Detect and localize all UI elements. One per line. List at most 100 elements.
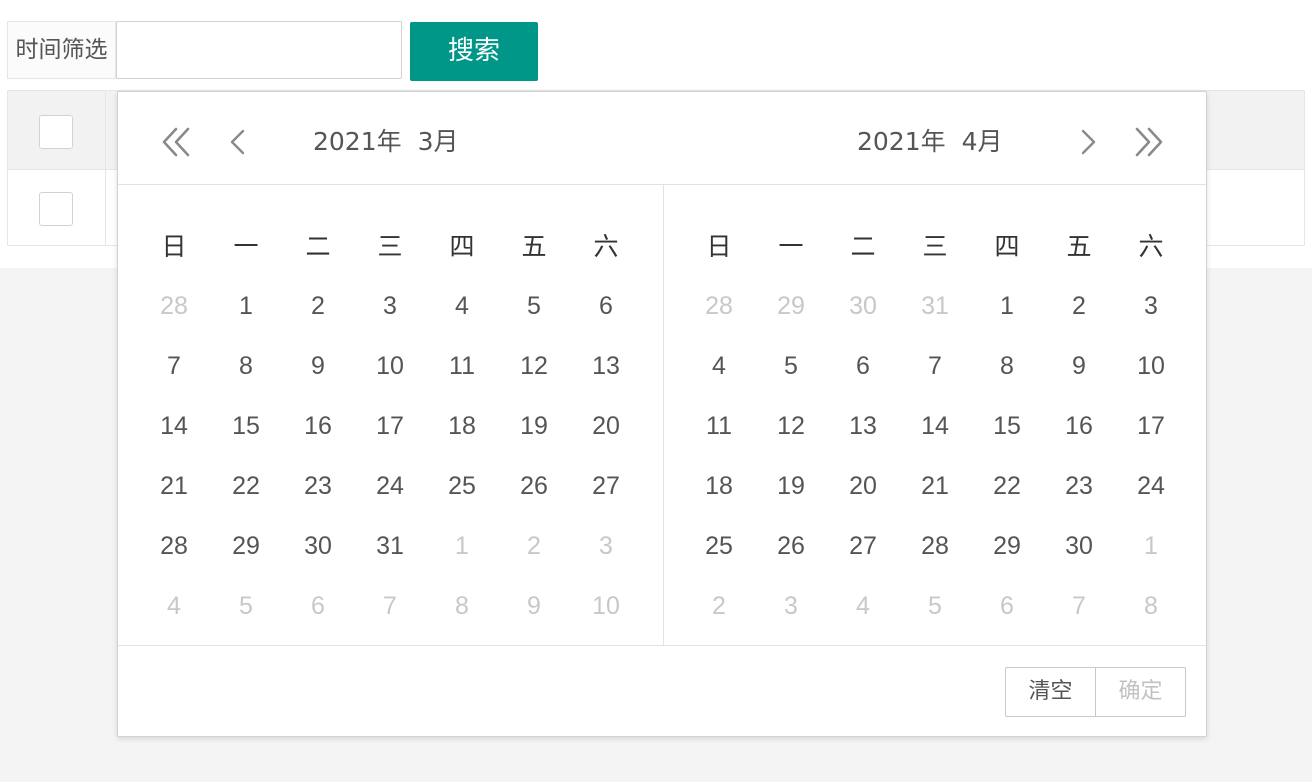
- left-month-select[interactable]: 3月: [418, 127, 459, 156]
- other-month-day-cell[interactable]: 30: [827, 284, 899, 328]
- other-month-day-cell[interactable]: 3: [755, 584, 827, 628]
- day-cell[interactable]: 27: [570, 464, 642, 508]
- day-cell[interactable]: 19: [498, 404, 570, 448]
- day-cell[interactable]: 17: [354, 404, 426, 448]
- day-cell[interactable]: 21: [138, 464, 210, 508]
- day-cell[interactable]: 23: [1043, 464, 1115, 508]
- other-month-day-cell[interactable]: 3: [570, 524, 642, 568]
- day-cell[interactable]: 11: [426, 344, 498, 388]
- prev-year-button[interactable]: [158, 122, 198, 162]
- next-year-button[interactable]: [1127, 122, 1167, 162]
- day-cell[interactable]: 4: [683, 344, 755, 388]
- day-cell[interactable]: 15: [210, 404, 282, 448]
- day-cell[interactable]: 10: [1115, 344, 1187, 388]
- confirm-button[interactable]: 确定: [1095, 667, 1186, 717]
- day-cell[interactable]: 8: [971, 344, 1043, 388]
- day-cell[interactable]: 7: [138, 344, 210, 388]
- day-cell[interactable]: 7: [899, 344, 971, 388]
- other-month-day-cell[interactable]: 9: [498, 584, 570, 628]
- day-cell[interactable]: 20: [570, 404, 642, 448]
- day-cell[interactable]: 14: [899, 404, 971, 448]
- day-cell[interactable]: 26: [498, 464, 570, 508]
- day-cell[interactable]: 12: [755, 404, 827, 448]
- day-cell[interactable]: 5: [498, 284, 570, 328]
- day-cell[interactable]: 24: [354, 464, 426, 508]
- day-cell[interactable]: 2: [282, 284, 354, 328]
- other-month-day-cell[interactable]: 31: [899, 284, 971, 328]
- day-cell[interactable]: 1: [971, 284, 1043, 328]
- day-cell[interactable]: 29: [210, 524, 282, 568]
- day-cell[interactable]: 3: [1115, 284, 1187, 328]
- day-cell[interactable]: 6: [570, 284, 642, 328]
- other-month-day-cell[interactable]: 1: [426, 524, 498, 568]
- day-cell[interactable]: 25: [426, 464, 498, 508]
- day-cell[interactable]: 12: [498, 344, 570, 388]
- day-cell[interactable]: 28: [138, 524, 210, 568]
- day-cell[interactable]: 25: [683, 524, 755, 568]
- other-month-day-cell[interactable]: 8: [1115, 584, 1187, 628]
- other-month-day-cell[interactable]: 8: [426, 584, 498, 628]
- day-cell[interactable]: 21: [899, 464, 971, 508]
- day-cell[interactable]: 15: [971, 404, 1043, 448]
- next-month-button[interactable]: [1068, 122, 1108, 162]
- day-cell[interactable]: 13: [570, 344, 642, 388]
- day-cell[interactable]: 18: [683, 464, 755, 508]
- other-month-day-cell[interactable]: 6: [971, 584, 1043, 628]
- other-month-day-cell[interactable]: 5: [899, 584, 971, 628]
- day-cell[interactable]: 3: [354, 284, 426, 328]
- other-month-day-cell[interactable]: 10: [570, 584, 642, 628]
- other-month-day-cell[interactable]: 5: [210, 584, 282, 628]
- right-year-select[interactable]: 2021年: [857, 127, 946, 156]
- day-cell[interactable]: 18: [426, 404, 498, 448]
- other-month-day-cell[interactable]: 29: [755, 284, 827, 328]
- day-cell[interactable]: 13: [827, 404, 899, 448]
- day-cell[interactable]: 16: [1043, 404, 1115, 448]
- clear-button[interactable]: 清空: [1005, 667, 1096, 717]
- day-cell[interactable]: 9: [282, 344, 354, 388]
- day-cell[interactable]: 5: [755, 344, 827, 388]
- other-month-day-cell[interactable]: 2: [683, 584, 755, 628]
- day-cell[interactable]: 27: [827, 524, 899, 568]
- day-cell[interactable]: 10: [354, 344, 426, 388]
- chevron-left-icon: [230, 129, 245, 155]
- day-cell[interactable]: 20: [827, 464, 899, 508]
- other-month-day-cell[interactable]: 4: [827, 584, 899, 628]
- other-month-day-cell[interactable]: 7: [354, 584, 426, 628]
- day-cell[interactable]: 2: [1043, 284, 1115, 328]
- other-month-day-cell[interactable]: 28: [683, 284, 755, 328]
- other-month-day-cell[interactable]: 2: [498, 524, 570, 568]
- left-year-select[interactable]: 2021年: [313, 127, 402, 156]
- day-cell[interactable]: 6: [827, 344, 899, 388]
- day-cell[interactable]: 1: [210, 284, 282, 328]
- day-cell[interactable]: 31: [354, 524, 426, 568]
- day-cell[interactable]: 26: [755, 524, 827, 568]
- day-cell[interactable]: 19: [755, 464, 827, 508]
- select-all-checkbox[interactable]: [39, 115, 73, 149]
- row-checkbox[interactable]: [39, 192, 73, 226]
- day-cell[interactable]: 22: [210, 464, 282, 508]
- day-cell[interactable]: 30: [1043, 524, 1115, 568]
- other-month-day-cell[interactable]: 4: [138, 584, 210, 628]
- day-cell[interactable]: 4: [426, 284, 498, 328]
- day-cell[interactable]: 17: [1115, 404, 1187, 448]
- day-cell[interactable]: 16: [282, 404, 354, 448]
- day-cell[interactable]: 28: [899, 524, 971, 568]
- day-cell[interactable]: 23: [282, 464, 354, 508]
- day-cell[interactable]: 8: [210, 344, 282, 388]
- day-cell[interactable]: 11: [683, 404, 755, 448]
- other-month-day-cell[interactable]: 1: [1115, 524, 1187, 568]
- day-cell[interactable]: 30: [282, 524, 354, 568]
- day-cell[interactable]: 29: [971, 524, 1043, 568]
- right-calendar-panel: 日一二三四五六 28 29 30 31 1 2 3 4 5 6 7 8 9 10 11 12 13 14 15 16 17…: [663, 184, 1208, 645]
- prev-month-button[interactable]: [218, 122, 258, 162]
- date-range-input[interactable]: [116, 21, 402, 79]
- day-cell[interactable]: 24: [1115, 464, 1187, 508]
- other-month-day-cell[interactable]: 6: [282, 584, 354, 628]
- day-cell[interactable]: 9: [1043, 344, 1115, 388]
- other-month-day-cell[interactable]: 7: [1043, 584, 1115, 628]
- day-cell[interactable]: 22: [971, 464, 1043, 508]
- day-cell[interactable]: 14: [138, 404, 210, 448]
- other-month-day-cell[interactable]: 28: [138, 284, 210, 328]
- right-month-select[interactable]: 4月: [962, 127, 1003, 156]
- search-button[interactable]: 搜索: [410, 22, 538, 81]
